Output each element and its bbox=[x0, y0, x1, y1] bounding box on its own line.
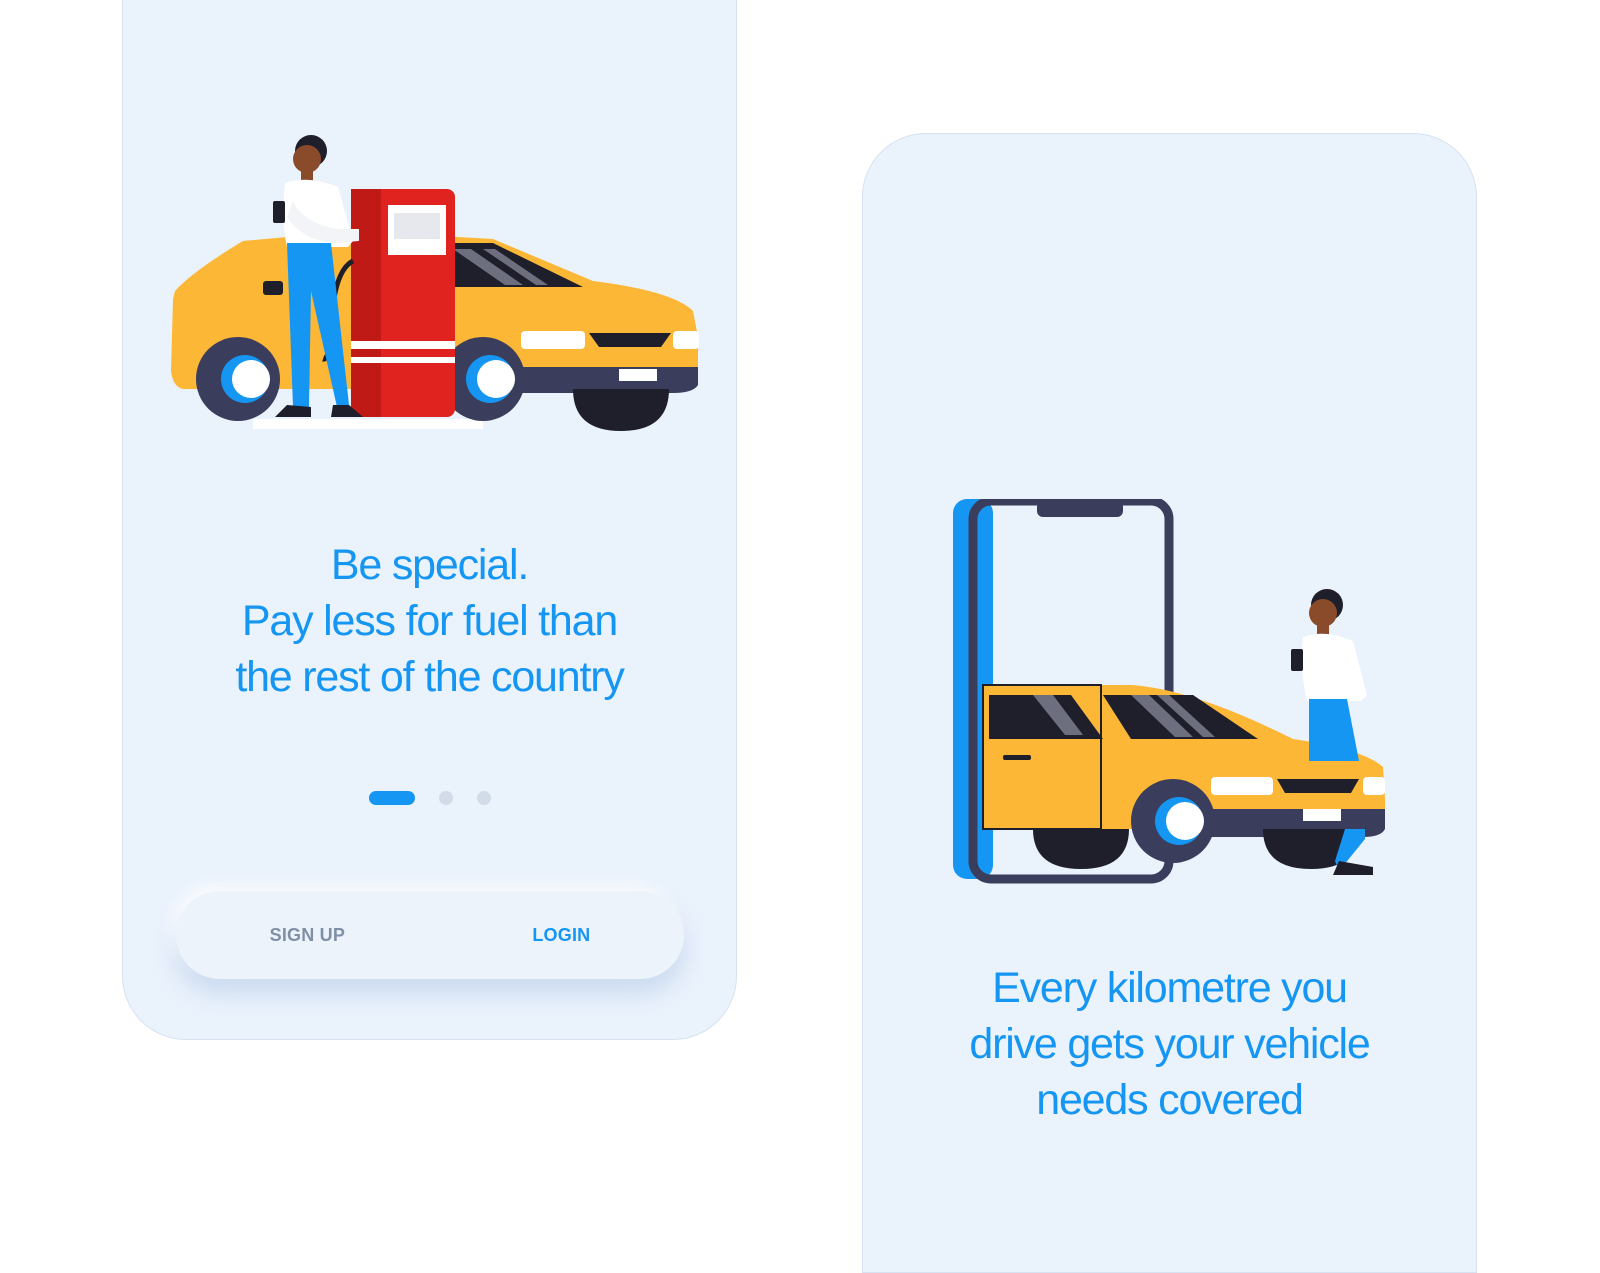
auth-actions: SIGN UP LOGIN bbox=[176, 891, 684, 979]
onboarding-screen-coverage: Every kilometre you drive gets your vehi… bbox=[862, 133, 1477, 1273]
onboarding-screen-fuel: Be special. Pay less for fuel than the r… bbox=[122, 0, 737, 1040]
fuel-station-illustration bbox=[171, 135, 699, 431]
headline-coverage: Every kilometre you drive gets your vehi… bbox=[863, 960, 1476, 1128]
page-dot-active[interactable] bbox=[368, 791, 415, 805]
headline-line: Be special. bbox=[330, 541, 529, 589]
headline-line: the rest of the country bbox=[235, 653, 624, 701]
page-dot[interactable] bbox=[476, 791, 491, 805]
page-indicator bbox=[123, 791, 736, 805]
headline-line: Every kilometre you bbox=[992, 964, 1348, 1012]
phone-car-illustration bbox=[953, 499, 1385, 884]
headline-fuel: Be special. Pay less for fuel than the r… bbox=[123, 537, 736, 705]
sign-up-button[interactable]: SIGN UP bbox=[246, 913, 369, 958]
headline-line: drive gets your vehicle bbox=[969, 1020, 1370, 1068]
headline-line: needs covered bbox=[1036, 1076, 1304, 1124]
headline-line: Pay less for fuel than bbox=[241, 597, 618, 645]
login-button[interactable]: LOGIN bbox=[508, 913, 614, 958]
page-dot[interactable] bbox=[438, 791, 453, 805]
